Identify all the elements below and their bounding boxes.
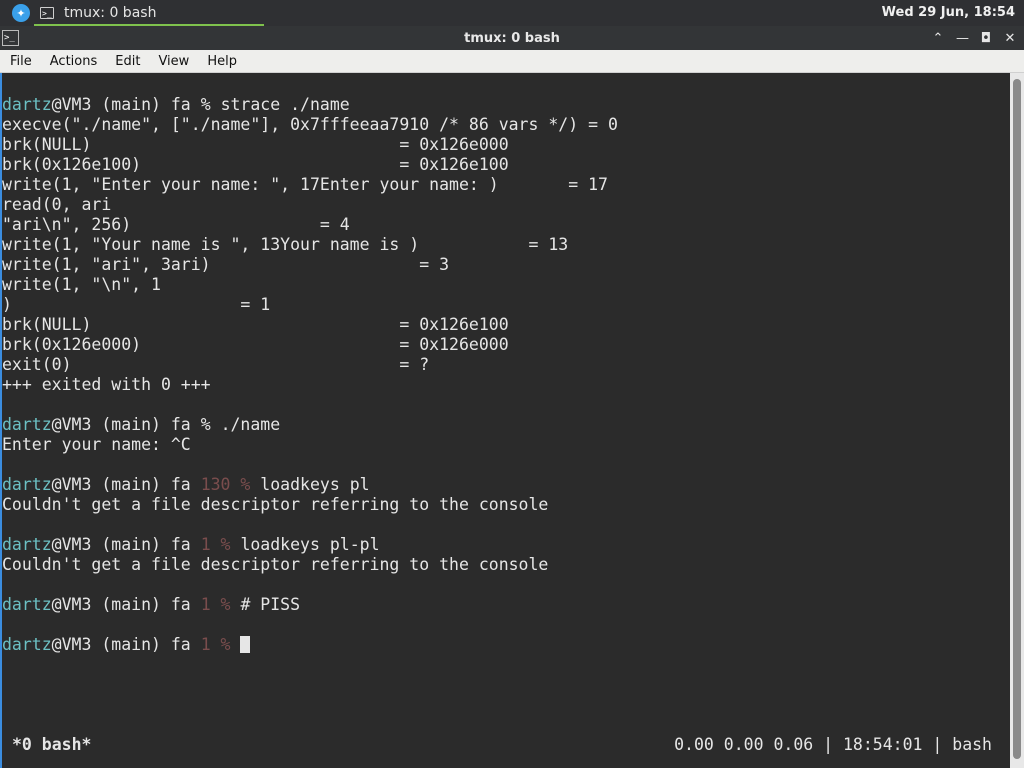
prompt-command: # PISS [240,595,301,614]
prompt-command: loadkeys pl-pl [240,535,380,554]
prompt-command: ./name [220,415,281,434]
terminal-output-line: ) = 1 [2,295,271,314]
window-controls: ⌃ — ◘ ✕ [932,26,1016,50]
minimize-button[interactable]: — [956,31,969,46]
exit-code: 1 % [200,535,231,554]
shade-button[interactable]: ⌃ [932,31,944,46]
terminal-prompt-line: dartz@VM3 (main) fa % strace ./name [2,95,350,114]
prompt-user: dartz [2,535,52,554]
scrollbar[interactable] [1010,73,1024,768]
clock[interactable]: Wed 29 Jun, 18:54 [882,5,1015,20]
top-panel: ✦ >_ tmux: 0 bash Wed 29 Jun, 18:54 [0,0,1024,26]
terminal-output-line: write(1, "ari", 3ari) = 3 [2,255,450,274]
terminal-output-line: Couldn't get a file descriptor referring… [2,495,549,514]
prompt-user: dartz [2,95,52,114]
prompt-host: @VM3 (main) fa [51,635,191,654]
menu-help[interactable]: Help [198,54,246,69]
terminal-output-line: write(1, "\n", 1 [2,275,161,294]
terminal-prompt-line: dartz@VM3 (main) fa 1 % loadkeys pl-pl [2,535,618,555]
prompt-host: @VM3 (main) fa [51,595,191,614]
terminal-view[interactable]: dartz@VM3 (main) fa % strace ./name execv… [0,73,1024,768]
menu-actions[interactable]: Actions [41,54,107,69]
prompt-user: dartz [2,595,52,614]
terminal-output-line: "ari\n", 256) = 4 [2,215,350,234]
terminal-output-line: Enter your name: ^C [2,435,191,454]
terminal-output-line: brk(NULL) = 0x126e000 [2,135,509,154]
app-menu-icon[interactable]: ✦ [12,4,30,22]
tmux-status-bar: *0 bash* 0.00 0.00 0.06 | 18:54:01 | bas… [12,735,992,755]
text-cursor [240,636,251,653]
terminal-prompt-line: dartz@VM3 (main) fa 1 % [2,635,618,655]
exit-code: 1 % [200,595,231,614]
terminal-icon: >_ [40,7,54,19]
prompt-command: loadkeys pl [260,475,370,494]
menu-bar: File Actions Edit View Help [0,50,1024,73]
terminal-output-line: read(0, ari [2,195,112,214]
terminal-prompt-line: dartz@VM3 (main) fa 1 % # PISS [2,595,618,615]
menu-file[interactable]: File [0,54,41,69]
terminal-output-line: execve("./name", ["./name"], 0x7fffeeaa7… [2,115,618,134]
prompt-user: dartz [2,415,52,434]
menu-edit[interactable]: Edit [106,54,149,69]
tmux-status-right: 0.00 0.00 0.06 | 18:54:01 | bash [674,735,992,754]
menu-view[interactable]: View [149,54,198,69]
maximize-button[interactable]: ◘ [980,31,992,46]
terminal-output-line: brk(NULL) = 0x126e100 [2,315,509,334]
taskbar-item-label: tmux: 0 bash [64,5,157,21]
prompt-user: dartz [2,635,52,654]
scrollbar-thumb[interactable] [1013,79,1021,759]
terminal-prompt-line: dartz@VM3 (main) fa 130 % loadkeys pl [2,475,618,495]
prompt-command: strace ./name [220,95,350,114]
close-button[interactable]: ✕ [1004,31,1016,46]
window-titlebar[interactable]: >_ tmux: 0 bash ⌃ — ◘ ✕ [0,26,1024,50]
window-title: tmux: 0 bash [464,30,560,46]
terminal-output-line: Couldn't get a file descriptor referring… [2,555,549,574]
terminal-output-line: write(1, "Your name is ", 13Your name is… [2,235,569,254]
terminal-output-line: brk(0x126e100) = 0x126e100 [2,155,509,174]
terminal-output-line: exit(0) = ? [2,355,430,374]
terminal-prompt-line: dartz@VM3 (main) fa % ./name [2,415,281,434]
terminal-output: dartz@VM3 (main) fa % strace ./name execv… [2,95,618,655]
prompt-user: dartz [2,475,52,494]
exit-code: 1 % [200,635,231,654]
exit-code: 130 % [200,475,251,494]
prompt-host: @VM3 (main) fa [51,535,191,554]
tmux-window-list: *0 bash* [12,735,92,754]
prompt-host: @VM3 (main) fa [51,475,191,494]
terminal-output-line: write(1, "Enter your name: ", 17Enter yo… [2,175,608,194]
prompt-host: @VM3 (main) fa [51,95,191,114]
terminal-output-line: brk(0x126e000) = 0x126e000 [2,335,509,354]
taskbar-item-tmux[interactable]: >_ tmux: 0 bash [34,0,264,26]
prompt-host: @VM3 (main) fa [51,415,191,434]
terminal-output-line: +++ exited with 0 +++ [2,375,211,394]
